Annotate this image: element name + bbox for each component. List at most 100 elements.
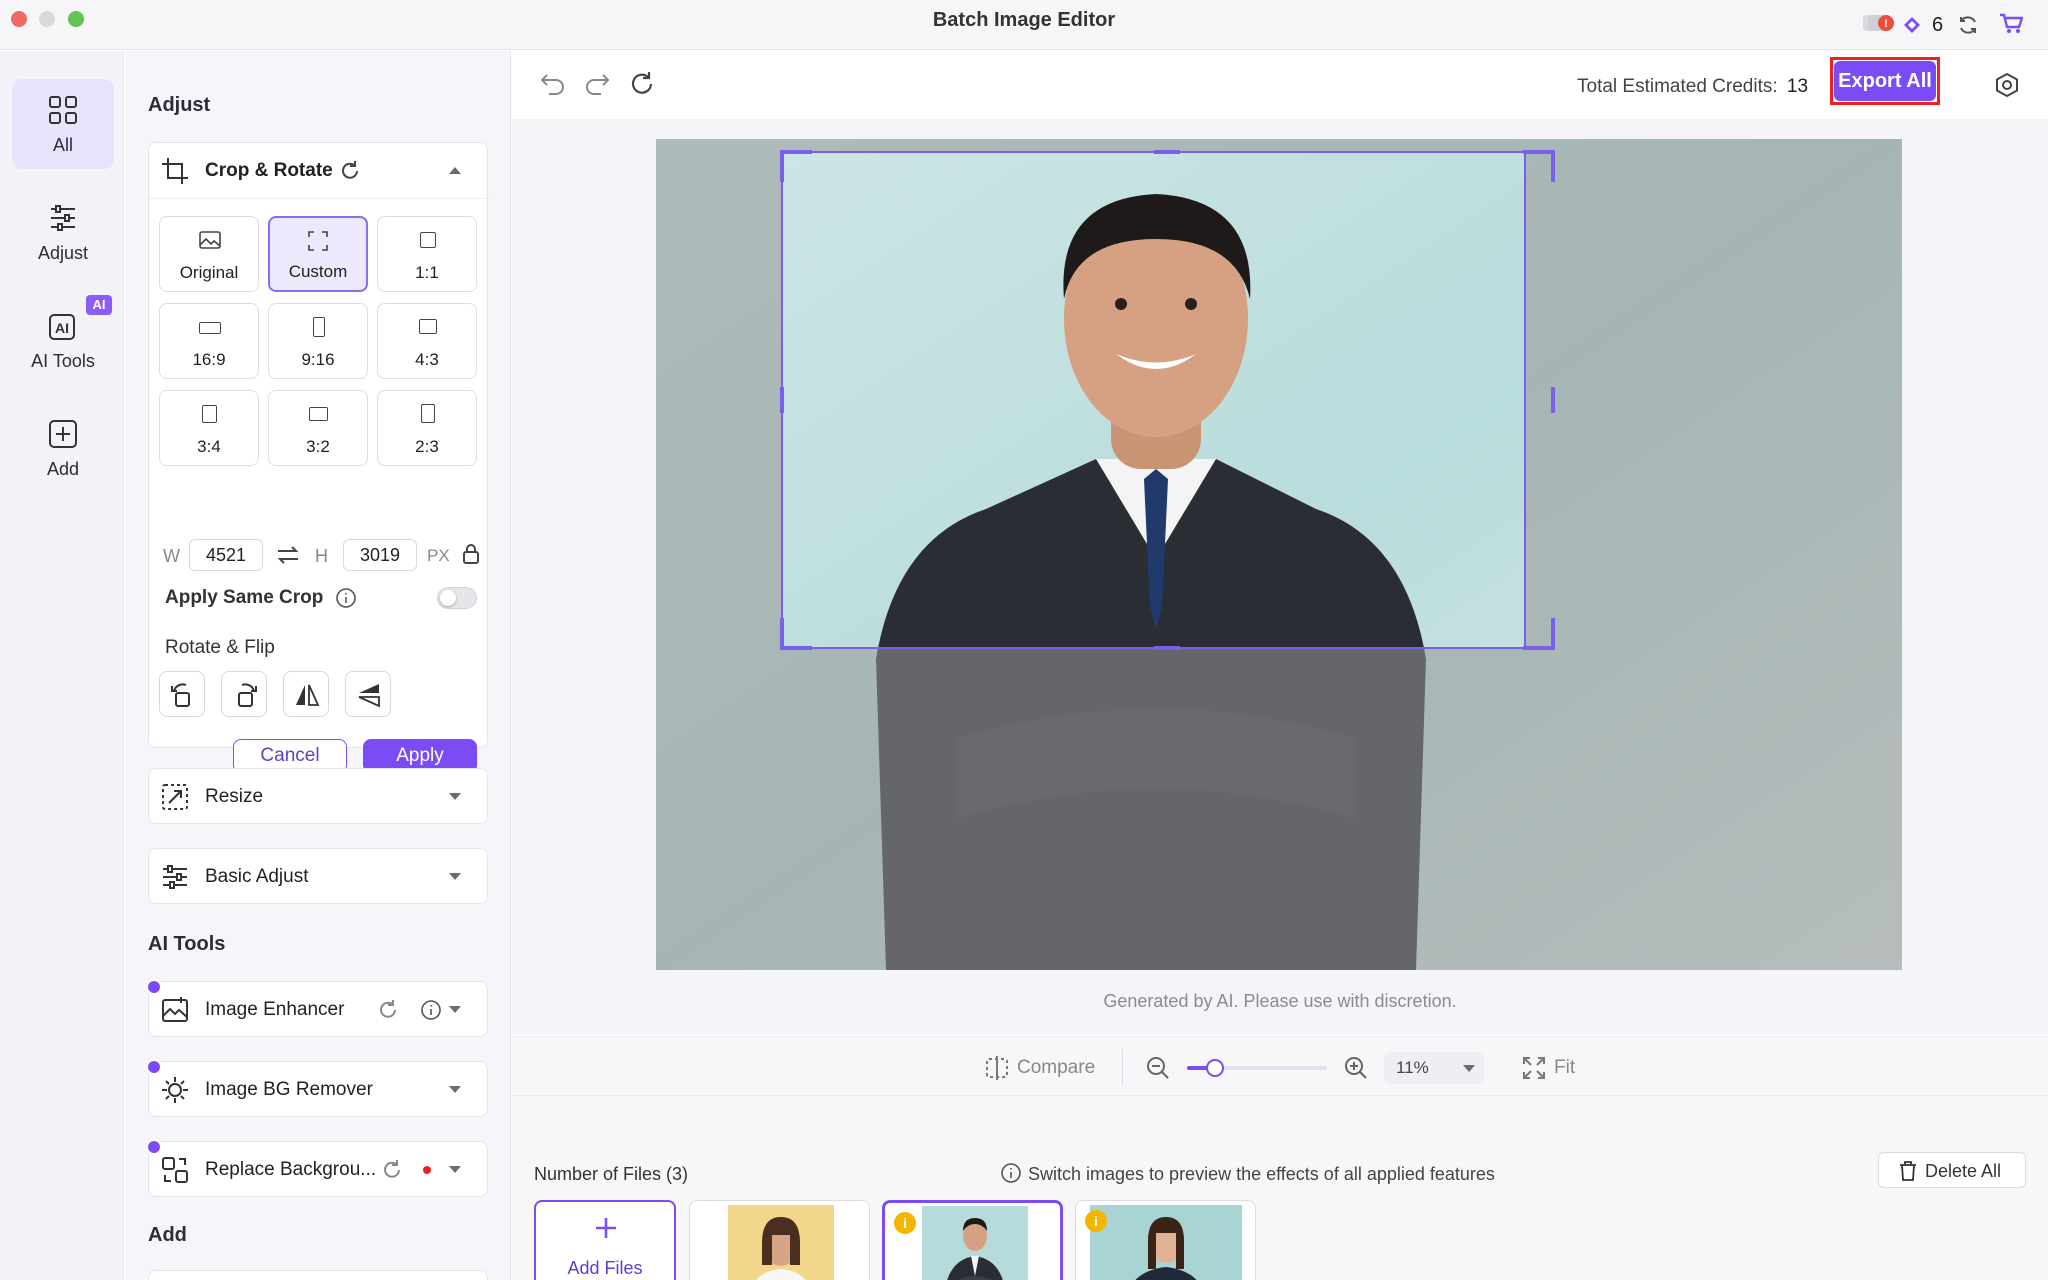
delete-all-button[interactable]: Delete All bbox=[1878, 1152, 2026, 1188]
info-icon[interactable] bbox=[335, 587, 357, 609]
cart-icon[interactable] bbox=[1999, 13, 2024, 40]
chevron-down-icon bbox=[449, 1006, 461, 1013]
square-icon bbox=[420, 232, 436, 248]
rotate-left-button[interactable] bbox=[159, 671, 205, 717]
chevron-down-icon bbox=[449, 1166, 461, 1173]
crop-handle[interactable] bbox=[780, 646, 812, 650]
ai-tools-section-title: AI Tools bbox=[148, 933, 226, 955]
flip-vertical-button[interactable] bbox=[345, 671, 391, 717]
compare-button[interactable]: Compare bbox=[1017, 1057, 1095, 1079]
zoom-slider-knob[interactable] bbox=[1206, 1059, 1224, 1077]
compare-icon[interactable] bbox=[985, 1056, 1009, 1080]
basic-adjust-card[interactable]: Basic Adjust bbox=[148, 848, 488, 904]
notification-icon[interactable]: ! bbox=[1862, 12, 1896, 34]
svg-text:AI: AI bbox=[55, 320, 69, 336]
image-enhancer-label: Image Enhancer bbox=[205, 999, 345, 1020]
replace-background-card[interactable]: Replace Backgrou... bbox=[148, 1141, 488, 1197]
reset-icon[interactable] bbox=[339, 160, 361, 182]
crop-handle[interactable] bbox=[1551, 618, 1555, 650]
lock-icon[interactable] bbox=[462, 543, 480, 565]
reset-icon[interactable] bbox=[629, 71, 655, 97]
file-thumbnail[interactable] bbox=[689, 1200, 870, 1280]
landscape-icon bbox=[199, 322, 221, 334]
chevron-down-icon bbox=[449, 1086, 461, 1093]
crop-handle[interactable] bbox=[1154, 150, 1180, 154]
chevron-up-icon[interactable] bbox=[449, 167, 461, 174]
rotate-flip-label: Rotate & Flip bbox=[165, 637, 275, 658]
delete-all-label: Delete All bbox=[1925, 1161, 2002, 1181]
ratio-2-3[interactable]: 2:3 bbox=[377, 390, 477, 466]
fit-icon[interactable] bbox=[1522, 1056, 1546, 1080]
width-input[interactable]: 4521 bbox=[189, 539, 263, 571]
ratio-custom[interactable]: Custom bbox=[268, 216, 368, 292]
zoom-level-select[interactable]: 11% bbox=[1384, 1052, 1484, 1084]
zoom-slider[interactable] bbox=[1187, 1059, 1327, 1077]
height-input[interactable]: 3019 bbox=[343, 539, 417, 571]
svg-text:!: ! bbox=[1884, 18, 1888, 30]
crop-handle[interactable] bbox=[780, 150, 784, 182]
window-title: Batch Image Editor bbox=[932, 9, 1116, 31]
crop-handle[interactable] bbox=[780, 150, 812, 154]
crop-handle[interactable] bbox=[780, 618, 784, 650]
chevron-down-icon bbox=[449, 793, 461, 800]
zoom-out-icon[interactable] bbox=[1146, 1056, 1170, 1080]
divider bbox=[1122, 1049, 1123, 1085]
ratio-9-16[interactable]: 9:16 bbox=[268, 303, 368, 379]
image-enhancer-card[interactable]: Image Enhancer bbox=[148, 981, 488, 1037]
apply-same-crop-toggle[interactable] bbox=[437, 587, 477, 609]
credits-diamond-icon bbox=[1904, 17, 1920, 33]
crop-handle[interactable] bbox=[1154, 646, 1180, 650]
info-icon[interactable] bbox=[420, 999, 442, 1021]
refresh-credits-icon[interactable] bbox=[1957, 14, 1979, 41]
crop-handle[interactable] bbox=[1551, 150, 1555, 182]
nav-item-ai-tools[interactable]: AI AI AI Tools bbox=[12, 295, 114, 385]
add-files-button[interactable]: Add Files bbox=[534, 1200, 676, 1280]
swap-icon[interactable] bbox=[277, 546, 299, 564]
nav-item-all[interactable]: All bbox=[12, 79, 114, 169]
title-bar: Batch Image Editor ! 6 bbox=[0, 0, 2048, 50]
portrait-icon bbox=[313, 317, 325, 337]
crop-rotate-title: Crop & Rotate bbox=[205, 160, 333, 181]
crop-icon bbox=[162, 158, 188, 184]
ratio-3-4[interactable]: 3:4 bbox=[159, 390, 259, 466]
nav-item-add[interactable]: Add bbox=[12, 403, 114, 493]
bg-remove-icon bbox=[162, 1077, 188, 1103]
redo-icon[interactable] bbox=[585, 73, 609, 95]
ratio-3-2[interactable]: 3:2 bbox=[268, 390, 368, 466]
plus-icon bbox=[596, 1218, 616, 1238]
ratio-label: 3:4 bbox=[197, 437, 221, 456]
image-icon bbox=[199, 231, 221, 249]
fit-button[interactable]: Fit bbox=[1554, 1057, 1575, 1079]
ratio-original[interactable]: Original bbox=[159, 216, 259, 292]
portrait-icon bbox=[202, 405, 217, 423]
crop-handle[interactable] bbox=[780, 387, 784, 413]
files-hint: Switch images to preview the effects of … bbox=[1028, 1164, 1495, 1184]
ai-icon: AI bbox=[49, 314, 75, 340]
adjust-section-title: Adjust bbox=[148, 94, 211, 116]
resize-card[interactable]: Resize bbox=[148, 768, 488, 824]
basic-adjust-label: Basic Adjust bbox=[205, 866, 309, 887]
ratio-label: 9:16 bbox=[301, 350, 335, 369]
crop-handle[interactable] bbox=[1551, 387, 1555, 413]
add-card[interactable] bbox=[148, 1270, 488, 1280]
ratio-16-9[interactable]: 16:9 bbox=[159, 303, 259, 379]
undo-icon[interactable] bbox=[541, 73, 565, 95]
add-section-title: Add bbox=[148, 1224, 187, 1246]
crop-rotate-header[interactable]: Crop & Rotate bbox=[149, 143, 489, 199]
file-thumbnail-selected[interactable]: i bbox=[882, 1200, 1063, 1280]
settings-icon[interactable] bbox=[1995, 73, 2019, 97]
zoom-in-icon[interactable] bbox=[1344, 1056, 1368, 1080]
files-bar: Number of Files (3) Switch images to pre… bbox=[512, 1096, 2048, 1280]
bg-remover-card[interactable]: Image BG Remover bbox=[148, 1061, 488, 1117]
ratio-label: 4:3 bbox=[415, 350, 439, 369]
file-thumbnail[interactable]: i bbox=[1075, 1200, 1256, 1280]
main-area: Total Estimated Credits: 13 Export All G… bbox=[512, 51, 2048, 1280]
export-all-button[interactable]: Export All bbox=[1834, 61, 1936, 101]
rotate-right-button[interactable] bbox=[221, 671, 267, 717]
ratio-4-3[interactable]: 4:3 bbox=[377, 303, 477, 379]
nav-item-adjust[interactable]: Adjust bbox=[12, 187, 114, 277]
ratio-1-1[interactable]: 1:1 bbox=[377, 216, 477, 292]
grid-icon bbox=[49, 96, 77, 124]
credits-label-text: Total Estimated Credits: bbox=[1577, 76, 1778, 97]
flip-horizontal-button[interactable] bbox=[283, 671, 329, 717]
